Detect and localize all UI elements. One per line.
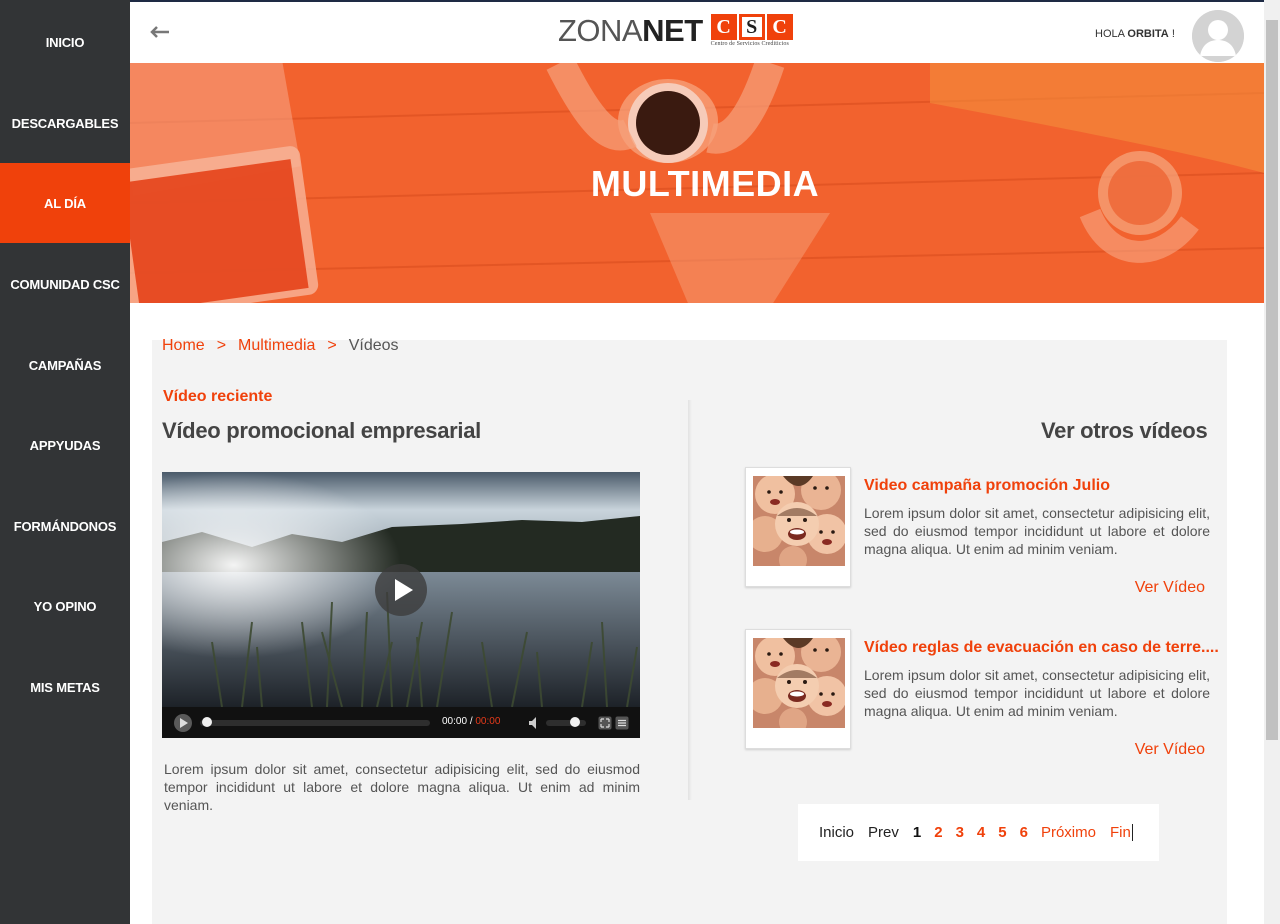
ver-video-link[interactable]: Ver Vídeo — [1135, 579, 1205, 597]
pagination-last[interactable]: Fin — [1110, 824, 1133, 841]
video-card: Video campaña promoción Julio Lorem ipsu… — [745, 467, 1215, 597]
pagination-page[interactable]: 6 — [1020, 824, 1028, 841]
zonanet-logo[interactable]: ZONA NET C S C Centro de Servicios Credi… — [558, 14, 793, 54]
csc-logo: C S C Centro de Servicios Crediticios — [710, 14, 793, 47]
logo-letter: C — [766, 14, 793, 40]
sidebar-item-label: APPYUDAS — [29, 437, 101, 453]
time-current: 00:00 — [442, 716, 468, 727]
time-display: 00:00 / 00:00 — [442, 716, 500, 727]
logo-subtitle: Centro de Servicios Crediticios — [710, 41, 789, 47]
breadcrumb-home[interactable]: Home — [162, 337, 205, 355]
time-separator: / — [469, 716, 473, 727]
sidebar-item-label: COMUNIDAD CSC — [10, 276, 120, 292]
sidebar-item-label: FORMÁNDONOS — [13, 518, 117, 534]
faces-photo — [753, 638, 845, 728]
video-card-text: Lorem ipsum dolor sit amet, consectetur … — [864, 505, 1210, 557]
play-icon — [395, 579, 413, 601]
sidebar-item-label: AL DÍA — [44, 195, 86, 211]
sidebar-item-label: MIS METAS — [30, 679, 100, 695]
pagination-first[interactable]: Inicio — [819, 824, 854, 841]
volume-icon[interactable] — [528, 716, 542, 730]
sidebar-item-label: YO OPINO — [33, 598, 97, 614]
video-controls: 00:00 / 00:00 — [162, 710, 640, 738]
pagination: Inicio Prev 1 2 3 4 5 6 Próximo Fin — [798, 804, 1159, 861]
menu-icon[interactable] — [615, 716, 629, 730]
breadcrumb-separator: > — [216, 337, 227, 354]
video-card: Vídeo reglas de evacuación en caso de te… — [745, 629, 1219, 759]
content-panel: Home > Multimedia > Vídeos Vídeo recient… — [152, 337, 1227, 924]
pagination-page[interactable]: 3 — [956, 824, 964, 841]
logo-net-text: NET — [642, 13, 703, 48]
sidebar-item-label: CAMPAÑAS — [28, 357, 102, 373]
pagination-page[interactable]: 2 — [934, 824, 942, 841]
pagination-prev[interactable]: Prev — [868, 824, 899, 841]
page-scrollbar[interactable] — [1264, 0, 1280, 924]
other-videos-title: Ver otros vídeos — [1041, 418, 1208, 443]
sidebar-item-label: INICIO — [45, 34, 85, 50]
sidebar-item-campanas[interactable]: CAMPAÑAS — [0, 325, 130, 405]
logo-letter: C — [710, 14, 737, 40]
greeting-prefix: HOLA — [1095, 28, 1128, 40]
greeting-suffix: ! — [1168, 28, 1175, 40]
sidebar-item-al-dia[interactable]: AL DÍA — [0, 163, 130, 243]
hero-banner: MULTIMEDIA — [130, 63, 1264, 303]
progress-track[interactable] — [200, 720, 430, 726]
pagination-next[interactable]: Próximo — [1041, 824, 1096, 841]
avatar[interactable] — [1192, 10, 1244, 62]
breadcrumb-current: Vídeos — [348, 337, 399, 354]
sidebar-item-formandonos[interactable]: FORMÁNDONOS — [0, 486, 130, 566]
video-card-text: Lorem ipsum dolor sit amet, consectetur … — [864, 667, 1210, 719]
main-video-title: Vídeo promocional empresarial — [162, 418, 481, 443]
column-divider — [688, 400, 692, 800]
user-greeting: HOLA ORBITA ! — [1095, 28, 1175, 40]
sidebar-item-comunidad-csc[interactable]: COMUNIDAD CSC — [0, 244, 130, 324]
breadcrumb: Home > Multimedia > Vídeos — [162, 337, 411, 355]
recent-video-label: Vídeo reciente — [163, 388, 273, 405]
pagination-page[interactable]: 1 — [913, 824, 921, 841]
main-video-description: Lorem ipsum dolor sit amet, consectetur … — [164, 761, 640, 813]
pagination-page[interactable]: 5 — [998, 824, 1006, 841]
sidebar-item-label: DESCARGABLES — [11, 115, 119, 131]
progress-handle[interactable] — [202, 717, 212, 727]
ver-video-link[interactable]: Ver Vídeo — [1135, 741, 1205, 759]
user-avatar-icon — [1192, 10, 1244, 62]
volume-handle[interactable] — [570, 717, 580, 727]
faces-photo — [753, 476, 845, 566]
sidebar-item-descargables[interactable]: DESCARGABLES — [0, 83, 130, 163]
logo-zona-text: ZONA — [558, 13, 643, 48]
breadcrumb-separator: > — [327, 337, 337, 354]
back-arrow-icon[interactable] — [150, 24, 170, 40]
video-player[interactable]: 00:00 / 00:00 — [162, 472, 640, 738]
top-header: ZONA NET C S C Centro de Servicios Credi… — [130, 0, 1264, 63]
user-name: ORBITA — [1127, 28, 1169, 40]
time-total: 00:00 — [475, 716, 501, 727]
sidebar: INICIO DESCARGABLES AL DÍA COMUNIDAD CSC… — [0, 0, 130, 924]
breadcrumb-multimedia[interactable]: Multimedia — [238, 337, 315, 355]
video-card-title[interactable]: Video campaña promoción Julio — [864, 477, 1110, 495]
sidebar-item-inicio[interactable]: INICIO — [0, 2, 130, 82]
fullscreen-icon[interactable] — [598, 716, 612, 730]
video-card-title[interactable]: Vídeo reglas de evacuación en caso de te… — [864, 639, 1219, 657]
pagination-page[interactable]: 4 — [977, 824, 985, 841]
scrollbar-thumb[interactable] — [1266, 20, 1278, 740]
logo-letter: S — [738, 14, 765, 40]
sidebar-item-appyudas[interactable]: APPYUDAS — [0, 405, 130, 485]
volume-slider[interactable] — [546, 720, 586, 726]
sidebar-item-mis-metas[interactable]: MIS METAS — [0, 647, 130, 727]
page-title: MULTIMEDIA — [590, 163, 820, 204]
play-icon[interactable] — [173, 713, 193, 733]
video-card-thumbnail[interactable] — [745, 629, 851, 749]
video-card-thumbnail[interactable] — [745, 467, 851, 587]
sidebar-item-yo-opino[interactable]: YO OPINO — [0, 566, 130, 646]
play-overlay-button[interactable] — [375, 564, 427, 616]
